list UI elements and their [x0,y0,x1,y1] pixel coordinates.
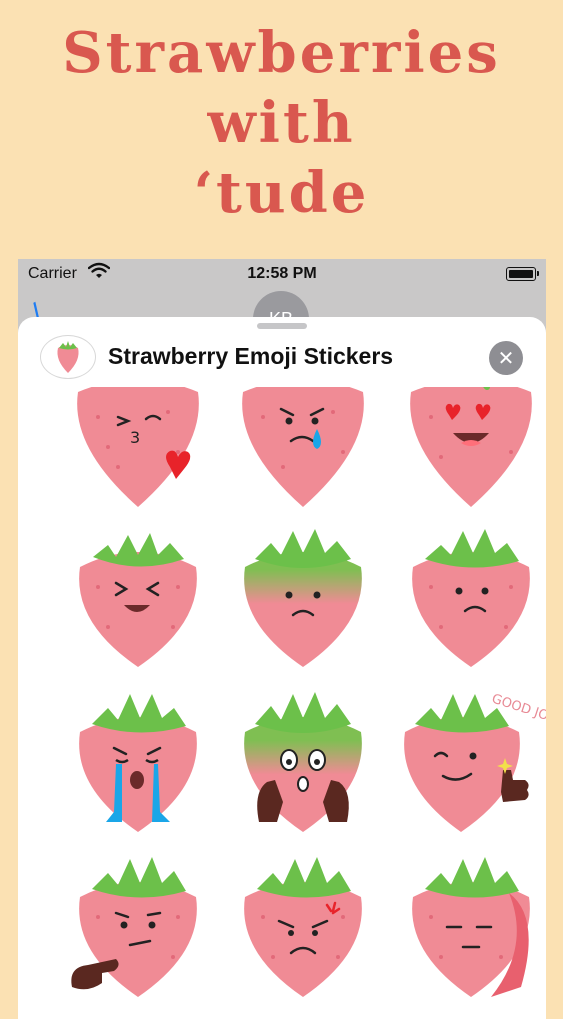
sticker-crying[interactable] [58,672,218,832]
sticker-unamused[interactable] [391,837,546,997]
sheet-grabber[interactable] [257,323,307,329]
sticker-good-job[interactable]: GOOD JOB! [391,672,546,832]
close-button[interactable]: ✕ [489,341,523,375]
sticker-kiss-heart[interactable]: 3 [58,387,218,517]
sticker-worried-green[interactable] [223,507,383,667]
promo-title: Strawberries with ‘tude [0,18,563,228]
battery-icon [506,267,539,281]
sticker-thinking[interactable] [58,837,218,997]
sticker-heart-eyes[interactable] [391,387,546,517]
phone-screenshot: Carrier 12:58 PM / KB Strawberry Emoji S… [18,259,546,1019]
clock: 12:58 PM [247,265,317,282]
sheet-title: Strawberry Emoji Stickers [108,343,394,369]
status-bar: Carrier 12:58 PM [18,259,546,289]
sticker-frown[interactable] [391,507,546,667]
svg-text:3: 3 [130,428,140,447]
promo-title-line-3: ‘tude [193,160,370,226]
promo-title-line-1: Strawberries [62,20,501,86]
sticker-angry[interactable] [223,837,383,997]
sticker-shocked[interactable] [223,672,383,832]
sticker-laughing[interactable] [58,507,218,667]
promo-title-line-2: with [207,90,356,156]
app-icon [40,335,96,379]
sticker-sad-tear[interactable] [223,387,383,517]
sticker-sheet: Strawberry Emoji Stickers ✕ 3 GOOD JOB! [18,317,546,1019]
sticker-grid: 3 GOOD JOB! [18,387,546,1019]
